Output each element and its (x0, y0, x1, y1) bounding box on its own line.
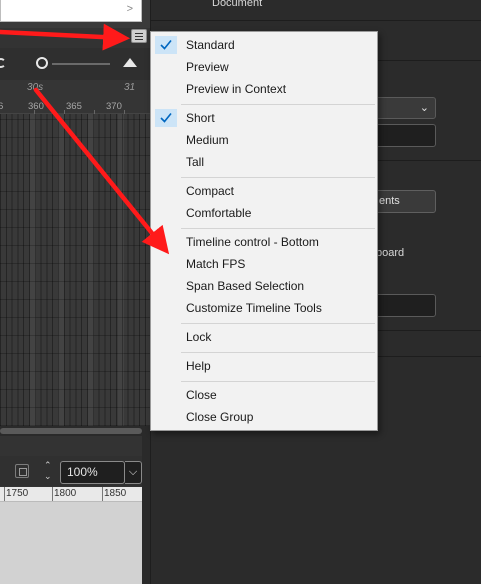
frame-number: 365 (66, 101, 82, 112)
menu-separator (181, 323, 375, 324)
frame-grid[interactable] (0, 114, 150, 426)
document-label: Document (212, 0, 263, 9)
hamburger-menu-icon (135, 36, 143, 37)
menu-separator (181, 352, 375, 353)
menu-item-label: Compact (186, 184, 235, 198)
menu-item-label: Preview (186, 60, 229, 74)
hamburger-menu-icon (135, 39, 143, 40)
zoom-stepper[interactable]: ⌃ ⌄ (43, 461, 55, 485)
ruler-tick (102, 487, 103, 501)
timeline-zoom-track[interactable] (52, 63, 110, 65)
menu-item-medium[interactable]: Medium (152, 129, 377, 151)
menu-item-close-group[interactable]: Close Group (152, 406, 377, 428)
menu-item-customize-timeline-tools[interactable]: Customize Timeline Tools (152, 297, 377, 319)
menu-separator (181, 177, 375, 178)
menu-item-compact[interactable]: Compact (152, 180, 377, 202)
checkmark-icon (155, 36, 177, 54)
keyframe-column (88, 114, 94, 426)
menu-item-span-based-selection[interactable]: Span Based Selection (152, 275, 377, 297)
property-field[interactable] (372, 294, 436, 317)
chevron-down-icon[interactable]: ⌵ (125, 461, 142, 484)
menu-item-label: Customize Timeline Tools (186, 301, 322, 315)
menu-item-label: Comfortable (186, 206, 252, 220)
timeline-scrollbar[interactable] (0, 426, 150, 436)
menu-item-standard[interactable]: Standard (152, 34, 377, 56)
property-button[interactable]: ents (372, 190, 436, 213)
menu-item-timeline-control-bottom[interactable]: Timeline control - Bottom (152, 231, 377, 253)
menu-item-label: Close Group (186, 410, 254, 424)
menu-item-label: Lock (186, 330, 212, 344)
app-window: > 30s 31 6 360 365 370 ⌃ ⌄ 100% ⌵ 1750 1… (0, 0, 481, 584)
stage-ruler: 1750 1800 1850 (0, 487, 150, 502)
menu-separator (181, 228, 375, 229)
ruler-tick (52, 487, 53, 501)
search-box[interactable]: > (0, 0, 142, 22)
menu-item-label: Preview in Context (186, 82, 287, 96)
keyframe-column (118, 114, 124, 426)
ruler-label: 1800 (54, 488, 77, 499)
menu-item-label: Match FPS (186, 257, 246, 271)
panel-menu-button[interactable] (131, 29, 147, 43)
menu-separator (181, 104, 375, 105)
ruler-label: 1750 (6, 488, 29, 499)
menu-item-comfortable[interactable]: Comfortable (152, 202, 377, 224)
chevron-right-icon: > (126, 3, 133, 15)
scrollbar-thumb[interactable] (0, 428, 142, 434)
stage-canvas[interactable] (0, 502, 150, 584)
menu-item-label: Tall (186, 155, 205, 169)
menu-item-label: Timeline control - Bottom (186, 235, 319, 249)
checkmark-icon (155, 109, 177, 127)
menu-item-label: Span Based Selection (186, 279, 305, 293)
timeline-ruler[interactable]: 30s 31 6 360 365 370 (0, 80, 150, 114)
menu-item-preview-in-context[interactable]: Preview in Context (152, 78, 377, 100)
keyframe-column (30, 114, 36, 426)
seconds-marker-right: 31 (124, 82, 136, 93)
timeline-context-menu: Standard Preview Preview in Context Shor… (150, 31, 378, 431)
divider (150, 20, 481, 21)
chevron-up-icon[interactable]: ⌃ (44, 461, 52, 470)
vertical-scrollbar[interactable] (142, 436, 150, 584)
menu-item-label: Help (186, 359, 211, 373)
fit-stage-icon[interactable] (15, 464, 29, 478)
timeline-zoom-knob[interactable] (36, 57, 48, 69)
frame-number: 360 (28, 101, 44, 112)
menu-separator (181, 381, 375, 382)
menu-item-match-fps[interactable]: Match FPS (152, 253, 377, 275)
property-text: board (376, 247, 405, 259)
mountain-zoom-icon[interactable] (123, 58, 137, 67)
menu-item-label: Standard (186, 38, 235, 52)
menu-item-label: Medium (186, 133, 229, 147)
menu-item-tall[interactable]: Tall (152, 151, 377, 173)
menu-item-label: Short (186, 111, 215, 125)
seconds-marker: 30s (27, 82, 44, 93)
menu-item-short[interactable]: Short (152, 107, 377, 129)
ruler-label: 1850 (104, 488, 127, 499)
property-field[interactable] (372, 124, 436, 147)
frame-number: 6 (0, 101, 4, 112)
menu-item-label: Close (186, 388, 217, 402)
menu-item-lock[interactable]: Lock (152, 326, 377, 348)
hamburger-menu-icon (135, 33, 143, 34)
timeline-panel: > 30s 31 6 360 365 370 ⌃ ⌄ 100% ⌵ 1750 1… (0, 0, 150, 584)
menu-item-help[interactable]: Help (152, 355, 377, 377)
menu-item-close[interactable]: Close (152, 384, 377, 406)
zoom-input[interactable]: 100% (60, 461, 125, 484)
keyframe-column (58, 114, 64, 426)
property-dropdown[interactable]: ⌄ (372, 97, 436, 119)
chevron-down-icon[interactable]: ⌄ (44, 472, 52, 481)
ruler-tick (4, 487, 5, 501)
menu-item-preview[interactable]: Preview (152, 56, 377, 78)
frame-number: 370 (106, 101, 122, 112)
